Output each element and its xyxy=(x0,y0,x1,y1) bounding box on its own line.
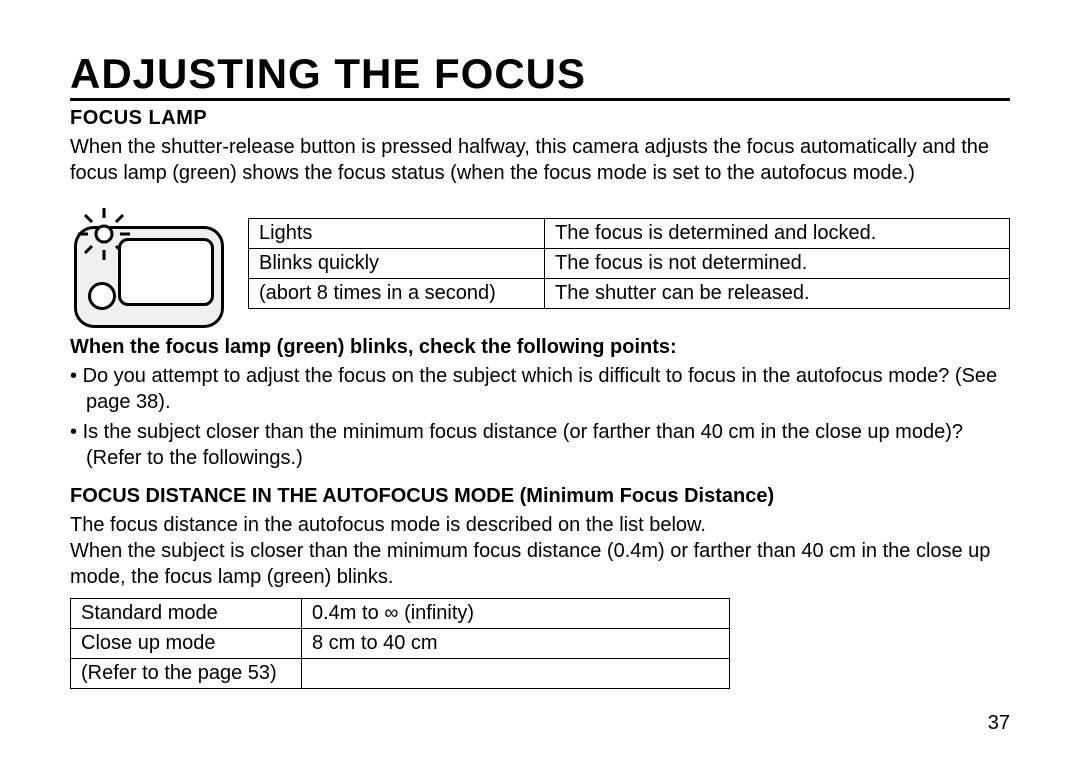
cell-abort: (abort 8 times in a second) xyxy=(249,279,545,309)
check-points-list: Do you attempt to adjust the focus on th… xyxy=(70,363,1010,471)
cell-blinks: Blinks quickly xyxy=(249,249,545,279)
list-item: Is the subject closer than the minimum f… xyxy=(70,419,1010,471)
section-heading-focus-distance: FOCUS DISTANCE IN THE AUTOFOCUS MODE (Mi… xyxy=(70,485,1010,508)
focus-lamp-status-table: Lights The focus is determined and locke… xyxy=(248,218,1010,309)
cell-standard: Standard mode xyxy=(71,599,302,629)
cell-ref: (Refer to the page 53) xyxy=(71,659,302,689)
table-row: Close up mode 8 cm to 40 cm xyxy=(71,629,730,659)
cell-lights-desc: The focus is determined and locked. xyxy=(545,219,1010,249)
manual-page: ADJUSTING THE FOCUS FOCUS LAMP When the … xyxy=(0,0,1080,765)
section-body-focus-lamp: When the shutter-release button is press… xyxy=(70,134,1010,186)
cell-closeup: Close up mode xyxy=(71,629,302,659)
cell-standard-range: 0.4m to ∞ (infinity) xyxy=(302,599,730,629)
page-number: 37 xyxy=(988,712,1010,735)
table-row: (abort 8 times in a second) The shutter … xyxy=(249,279,1010,309)
cell-lights: Lights xyxy=(249,219,545,249)
section-heading-focus-lamp: FOCUS LAMP xyxy=(70,107,1010,130)
list-item: Do you attempt to adjust the focus on th… xyxy=(70,363,1010,415)
lcd-screen-icon xyxy=(118,238,214,306)
table-row: (Refer to the page 53) xyxy=(71,659,730,689)
table-row: Standard mode 0.4m to ∞ (infinity) xyxy=(71,599,730,629)
table-row: Lights The focus is determined and locke… xyxy=(249,219,1010,249)
lamp-row: Lights The focus is determined and locke… xyxy=(70,208,1010,328)
cell-closeup-range: 8 cm to 40 cm xyxy=(302,629,730,659)
section-body-focus-distance: The focus distance in the autofocus mode… xyxy=(70,512,1010,590)
cell-ref-empty xyxy=(302,659,730,689)
table-row: Blinks quickly The focus is not determin… xyxy=(249,249,1010,279)
cell-abort-desc: The shutter can be released. xyxy=(545,279,1010,309)
lamp-indicator-icon xyxy=(88,282,116,310)
cell-blinks-desc: The focus is not determined. xyxy=(545,249,1010,279)
check-points-heading: When the focus lamp (green) blinks, chec… xyxy=(70,336,1010,359)
focus-distance-table: Standard mode 0.4m to ∞ (infinity) Close… xyxy=(70,598,730,689)
camera-back-icon xyxy=(70,208,228,328)
page-title: ADJUSTING THE FOCUS xyxy=(70,50,1010,101)
